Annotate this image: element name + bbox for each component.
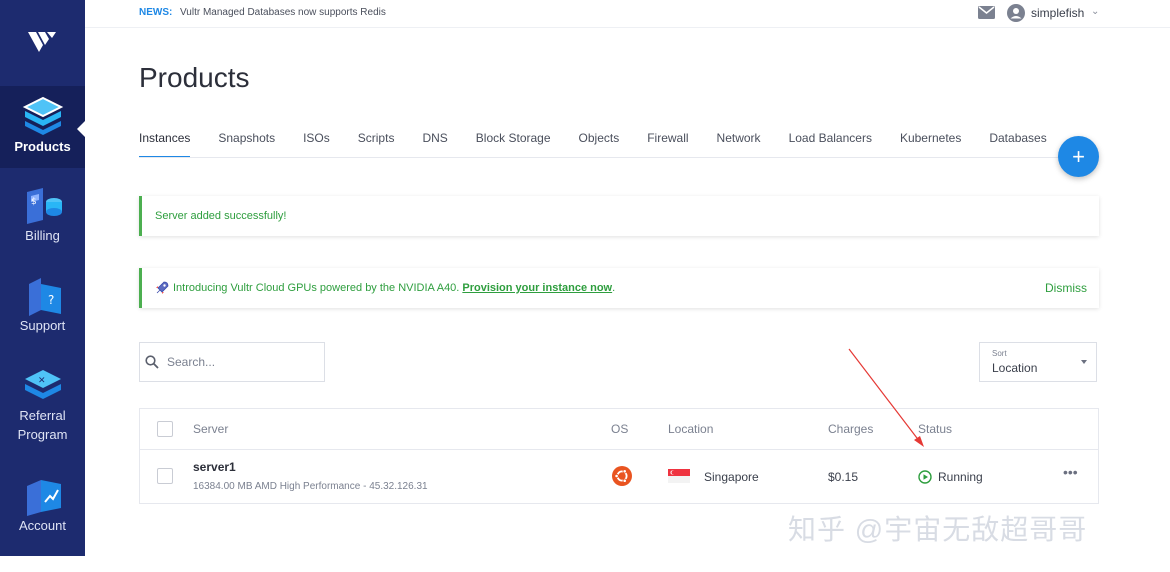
singapore-flag-icon (668, 469, 690, 488)
watermark: 知乎 @宇宙无敌超哥哥 (788, 514, 1088, 545)
username[interactable]: simplefish (1031, 6, 1084, 20)
svg-text:✕: ✕ (38, 376, 46, 386)
sidebar-item-account[interactable]: Account (0, 476, 85, 546)
tab-scripts[interactable]: Scripts (358, 130, 395, 158)
support-icon: ? (28, 278, 61, 316)
search-input[interactable] (167, 353, 317, 371)
tabs-divider (139, 157, 1099, 158)
product-tabs: Instances Snapshots ISOs Scripts DNS Blo… (139, 130, 1075, 158)
promo-alert-text: Introducing Vultr Cloud GPUs powered by … (173, 282, 460, 294)
chevron-down-icon[interactable]: ⌄ (1091, 6, 1099, 17)
vultr-logo-icon (27, 31, 56, 52)
table-row[interactable]: server1 16384.00 MB AMD High Performance… (140, 450, 1098, 504)
header-charges[interactable]: Charges (828, 422, 873, 436)
table-header: Server OS Location Charges Status (140, 409, 1098, 450)
tab-block-storage[interactable]: Block Storage (476, 130, 551, 158)
tab-firewall[interactable]: Firewall (647, 130, 688, 158)
sort-label: Sort (992, 349, 1007, 358)
header-location[interactable]: Location (668, 422, 713, 436)
sidebar-item-label: Account (19, 518, 66, 533)
sidebar: Products $ Billing ? Support ✕ Referral … (0, 0, 85, 556)
tab-instances[interactable]: Instances (139, 130, 191, 158)
caret-down-icon (1081, 360, 1087, 364)
row-checkbox[interactable] (157, 468, 173, 484)
tab-isos[interactable]: ISOs (303, 130, 330, 158)
referral-icon: ✕ (24, 370, 61, 399)
news-text[interactable]: Vultr Managed Databases now supports Red… (180, 7, 386, 18)
products-icon (22, 96, 63, 135)
play-circle-icon (918, 470, 932, 489)
sidebar-item-label: Billing (25, 228, 60, 243)
dismiss-button[interactable]: Dismiss (1045, 281, 1087, 295)
select-all-checkbox[interactable] (157, 421, 173, 437)
account-icon (26, 480, 61, 516)
sidebar-item-label: Support (19, 318, 66, 333)
sort-select[interactable]: Sort Location (979, 342, 1097, 382)
tab-dns[interactable]: DNS (422, 130, 447, 158)
vultr-logo[interactable] (0, 0, 85, 85)
more-options-icon[interactable]: ••• (1063, 464, 1078, 480)
sidebar-item-products[interactable]: Products (0, 86, 85, 168)
svg-text:$: $ (31, 197, 37, 207)
search-box[interactable] (139, 342, 325, 382)
ubuntu-icon (612, 466, 632, 491)
rocket-icon (155, 281, 169, 295)
active-indicator (77, 121, 85, 137)
tab-kubernetes[interactable]: Kubernetes (900, 130, 961, 158)
provision-instance-link[interactable]: Provision your instance now (462, 282, 612, 294)
deploy-server-button[interactable]: + (1058, 136, 1099, 177)
user-avatar-icon[interactable] (1007, 4, 1025, 27)
header-os[interactable]: OS (611, 422, 628, 436)
tab-load-balancers[interactable]: Load Balancers (789, 130, 872, 158)
server-status: Running (938, 470, 983, 484)
tab-databases[interactable]: Databases (989, 130, 1046, 158)
sidebar-item-support[interactable]: ? Support (0, 276, 85, 346)
server-location: Singapore (704, 470, 759, 484)
sidebar-item-billing[interactable]: $ Billing (0, 186, 85, 256)
tab-snapshots[interactable]: Snapshots (218, 130, 275, 158)
sort-value: Location (992, 361, 1038, 375)
server-charges: $0.15 (828, 470, 859, 484)
sidebar-item-label: Products (14, 139, 71, 154)
header-status[interactable]: Status (918, 422, 952, 436)
header-server[interactable]: Server (193, 422, 228, 436)
svg-text:?: ? (48, 293, 54, 307)
server-description: 16384.00 MB AMD High Performance - 45.32… (193, 481, 428, 492)
promo-alert-end: . (612, 282, 616, 294)
promo-alert: Introducing Vultr Cloud GPUs powered by … (139, 268, 1099, 308)
top-bar: NEWS: Vultr Managed Databases now suppor… (85, 0, 1170, 28)
page-title: Products (139, 62, 250, 93)
news-tag: NEWS: (139, 7, 173, 18)
success-alert: Server added successfully! (139, 196, 1099, 236)
server-name[interactable]: server1 (193, 460, 236, 474)
mail-icon[interactable] (978, 6, 995, 24)
tab-network[interactable]: Network (717, 130, 761, 158)
search-icon (145, 355, 159, 374)
success-alert-text: Server added successfully! (155, 210, 287, 222)
sidebar-item-referral[interactable]: ✕ Referral Program (0, 366, 85, 456)
sidebar-item-label: Referral Program (17, 408, 68, 442)
billing-icon: $ (26, 188, 62, 224)
tab-objects[interactable]: Objects (579, 130, 620, 158)
instances-table: Server OS Location Charges Status server… (139, 408, 1099, 504)
